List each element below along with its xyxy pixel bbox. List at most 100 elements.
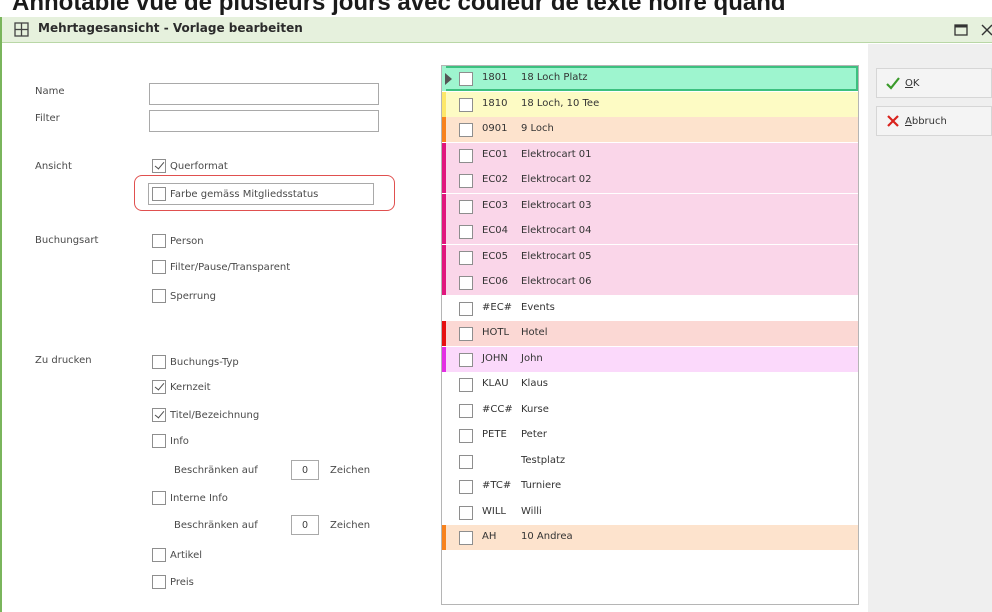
list-item[interactable]: #CC# Kurse xyxy=(442,397,858,423)
row-color-bar xyxy=(442,346,446,372)
interne-info-checkbox[interactable] xyxy=(152,491,166,505)
kernzeit-checkbox-row[interactable]: Kernzeit xyxy=(152,378,211,396)
row-checkbox[interactable] xyxy=(459,505,473,520)
row-checkbox[interactable] xyxy=(459,225,473,239)
filter-pause-checkbox-row[interactable]: Filter/Pause/Transparent xyxy=(152,258,290,276)
dialog-window: Mehrtagesansicht - Vorlage bearbeiten Na… xyxy=(0,17,992,612)
artikel-checkbox-row[interactable]: Artikel xyxy=(152,546,202,564)
list-item[interactable]: JOHN John xyxy=(442,346,858,372)
row-pointer-icon xyxy=(445,73,452,85)
titel-checkbox-row[interactable]: Titel/Bezeichnung xyxy=(152,406,259,424)
row-name: Elektrocart 03 xyxy=(521,199,592,211)
row-code: 1801 xyxy=(482,72,508,83)
row-checkbox[interactable] xyxy=(459,250,473,265)
row-code: AH xyxy=(482,531,497,542)
form-pane: Name Filter Ansicht Querformat Farbe gem… xyxy=(2,44,432,612)
row-checkbox[interactable] xyxy=(459,199,473,214)
row-name: Hotel xyxy=(521,327,548,338)
querformat-checkbox-row[interactable]: Querformat xyxy=(152,157,228,175)
farbe-checkbox[interactable] xyxy=(152,187,166,201)
list-item[interactable]: EC06 Elektrocart 06 xyxy=(442,270,858,295)
row-code: EC06 xyxy=(482,276,509,287)
list-item[interactable]: #TC# Turniere xyxy=(442,474,858,499)
buchungs-typ-checkbox[interactable] xyxy=(152,355,166,369)
row-code: PETE xyxy=(482,429,507,440)
abbruch-button[interactable]: Abbruch xyxy=(876,106,992,136)
titel-label: Titel/Bezeichnung xyxy=(170,409,260,421)
row-checkbox[interactable] xyxy=(459,97,473,112)
list-item[interactable]: WILL Willi xyxy=(442,499,858,525)
list-item[interactable]: 1810 18 Loch, 10 Tee xyxy=(442,91,858,117)
preis-label: Preis xyxy=(170,576,194,588)
row-checkbox[interactable] xyxy=(459,123,473,137)
row-checkbox[interactable] xyxy=(459,174,473,188)
maximize-icon xyxy=(954,24,968,36)
list-item[interactable]: KLAU Klaus xyxy=(442,372,858,397)
kernzeit-label: Kernzeit xyxy=(170,381,211,393)
row-checkbox[interactable] xyxy=(459,378,473,392)
sperrung-checkbox[interactable] xyxy=(152,289,166,303)
maximize-button[interactable] xyxy=(950,20,972,40)
list-item[interactable]: HOTL Hotel xyxy=(442,321,858,346)
person-checkbox[interactable] xyxy=(152,234,166,248)
sperrung-checkbox-row[interactable]: Sperrung xyxy=(152,287,216,305)
list-item[interactable]: 0901 9 Loch xyxy=(442,117,858,142)
row-checkbox[interactable] xyxy=(459,301,473,316)
row-color-bar xyxy=(442,525,446,550)
beschraenken-input-1[interactable] xyxy=(291,460,319,480)
artikel-checkbox[interactable] xyxy=(152,548,166,562)
row-checkbox[interactable] xyxy=(459,454,473,469)
ok-button[interactable]: OK xyxy=(876,68,992,98)
filter-input[interactable] xyxy=(149,110,379,132)
kernzeit-checkbox[interactable] xyxy=(152,380,166,394)
list-item[interactable]: 1801 18 Loch Platz xyxy=(442,66,858,91)
row-name: Kurse xyxy=(521,403,549,415)
list-item[interactable]: EC04 Elektrocart 04 xyxy=(442,219,858,244)
list-item[interactable]: EC05 Elektrocart 05 xyxy=(442,244,858,270)
name-input[interactable] xyxy=(149,83,379,105)
row-checkbox[interactable] xyxy=(459,148,473,163)
info-checkbox-row[interactable]: Info xyxy=(152,432,189,450)
close-button[interactable] xyxy=(976,20,992,40)
grid-icon xyxy=(14,22,29,37)
farbe-checkbox-row[interactable]: Farbe gemäss Mitgliedsstatus xyxy=(152,185,318,203)
preis-checkbox-row[interactable]: Preis xyxy=(152,573,194,591)
row-code: KLAU xyxy=(482,378,509,389)
list-item[interactable]: EC03 Elektrocart 03 xyxy=(442,193,858,219)
row-checkbox[interactable] xyxy=(459,72,473,86)
row-color-bar xyxy=(442,423,446,448)
row-checkbox[interactable] xyxy=(459,327,473,341)
person-checkbox-row[interactable]: Person xyxy=(152,232,204,250)
list-item[interactable]: #EC# Events xyxy=(442,295,858,321)
row-code: 1810 xyxy=(482,97,508,109)
list-item[interactable]: PETE Peter xyxy=(442,423,858,448)
buchungs-typ-checkbox-row[interactable]: Buchungs-Typ xyxy=(152,353,239,371)
filter-pause-checkbox[interactable] xyxy=(152,260,166,274)
window-title: Mehrtagesansicht - Vorlage bearbeiten xyxy=(38,21,303,35)
list-item[interactable]: EC01 Elektrocart 01 xyxy=(442,142,858,168)
row-code: #EC# xyxy=(482,301,513,313)
titel-checkbox[interactable] xyxy=(152,408,166,422)
row-checkbox[interactable] xyxy=(459,480,473,494)
row-checkbox[interactable] xyxy=(459,352,473,367)
preis-checkbox[interactable] xyxy=(152,575,166,589)
row-color-bar xyxy=(442,397,446,423)
querformat-checkbox[interactable] xyxy=(152,159,166,173)
info-checkbox[interactable] xyxy=(152,434,166,448)
list-item[interactable]: Testplatz xyxy=(442,448,858,474)
row-name: Peter xyxy=(521,429,548,440)
cross-icon xyxy=(887,115,899,127)
row-checkbox[interactable] xyxy=(459,429,473,443)
list-item[interactable]: AH 10 Andrea xyxy=(442,525,858,550)
row-checkbox[interactable] xyxy=(459,403,473,418)
row-checkbox[interactable] xyxy=(459,276,473,290)
row-name: Elektrocart 01 xyxy=(521,148,592,160)
row-checkbox[interactable] xyxy=(459,531,473,545)
interne-info-checkbox-row[interactable]: Interne Info xyxy=(152,489,228,507)
artikel-label: Artikel xyxy=(170,549,203,561)
abbruch-label: bbruch xyxy=(911,115,947,127)
row-color-bar xyxy=(442,117,446,142)
beschraenken-input-2[interactable] xyxy=(291,515,319,535)
row-color-bar xyxy=(442,321,446,346)
list-item[interactable]: EC02 Elektrocart 02 xyxy=(442,168,858,193)
